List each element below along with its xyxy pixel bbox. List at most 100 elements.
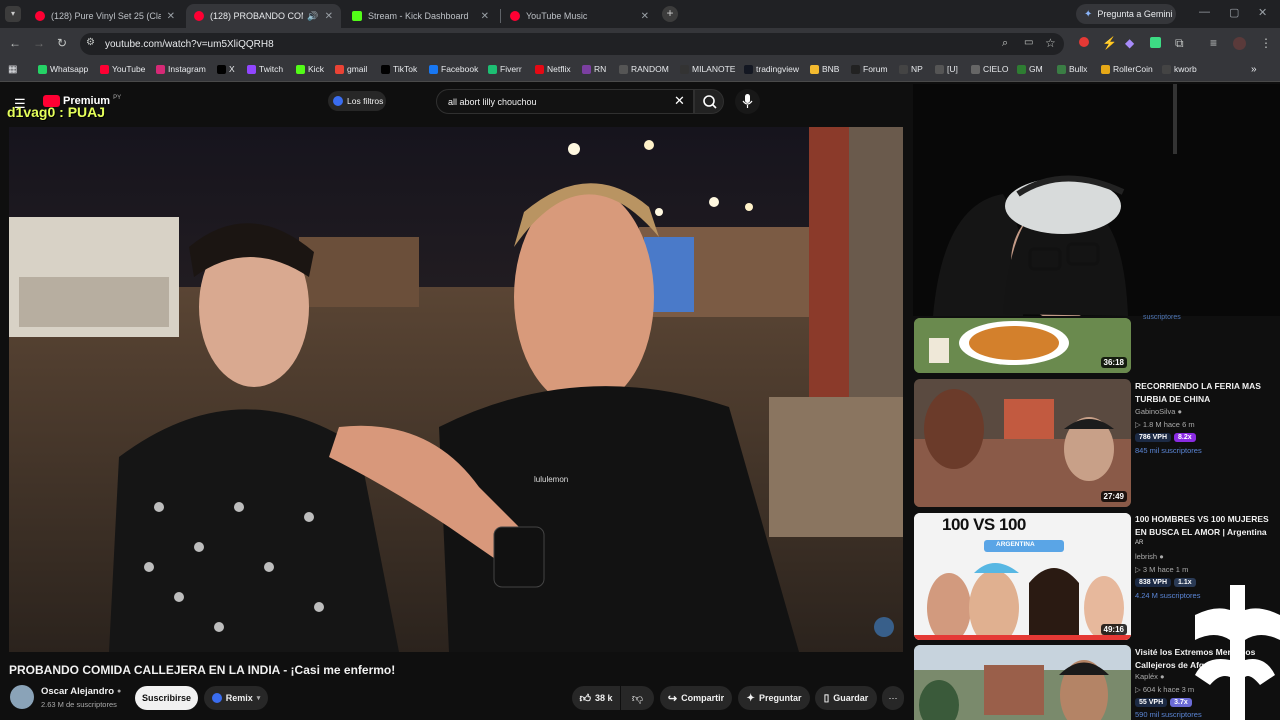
bookmark-x[interactable]: X — [217, 64, 235, 74]
youtube-icon — [100, 64, 109, 74]
bookmark-youtube[interactable]: YouTube — [100, 64, 145, 74]
tab-probando-comida[interactable]: (128) PROBANDO COMIDA 🔊 ✕ — [186, 4, 341, 28]
close-window-button[interactable]: ✕ — [1258, 6, 1267, 19]
bookmark-np[interactable]: NP — [899, 64, 923, 74]
minimize-button[interactable]: — — [1199, 6, 1210, 18]
address-bar[interactable]: youtube.com/watch?v=um5XliQQRH8 — [80, 33, 1064, 55]
youtube-icon — [194, 11, 204, 21]
zoom-icon[interactable]: ⌕ — [1002, 37, 1008, 50]
related-thumbnail[interactable]: 36:18 — [914, 318, 1131, 373]
bookmark-netflix[interactable]: Netflix — [535, 64, 571, 74]
gemini-button[interactable]: ✦ Pregunta a Gemini — [1076, 4, 1176, 24]
bookmark-cielo[interactable]: CIELO — [971, 64, 1009, 74]
related-metrics: 55 VPH 3.7x — [1135, 697, 1195, 707]
youtube-music-icon — [510, 11, 520, 21]
channel-name[interactable]: Oscar Alejandro ● — [41, 686, 121, 697]
extension-icon[interactable]: ⚡ — [1102, 36, 1117, 50]
bookmark-forum[interactable]: Forum — [851, 64, 888, 74]
bookmark-fiverr[interactable]: Fiverr — [488, 64, 522, 74]
remix-button[interactable]: Remix ▾ — [204, 686, 268, 710]
tab-search-button[interactable]: ▾ — [5, 6, 21, 22]
u-icon — [935, 64, 944, 74]
site-info-icon[interactable]: ⚙ — [86, 37, 95, 48]
close-tab-icon[interactable]: ✕ — [167, 11, 175, 22]
extension-icon[interactable] — [1150, 37, 1161, 48]
bookmark-facebook[interactable]: Facebook — [429, 64, 478, 74]
verified-icon: ● — [1177, 407, 1183, 416]
related-thumbnail[interactable]: 100 VS 100 ARGENTINA 49:16 — [914, 513, 1131, 640]
bookmark-gmail[interactable]: gmail — [335, 64, 367, 74]
search-icon — [703, 95, 717, 109]
bookmark-bullx[interactable]: Bullx — [1057, 64, 1087, 74]
tradingview-icon — [744, 64, 753, 74]
bookmark-star-icon[interactable]: ☆ — [1045, 36, 1056, 50]
bookmark-kworb[interactable]: kworb — [1162, 64, 1197, 74]
bookmark-milanote[interactable]: MILANOTE — [680, 64, 735, 74]
play-icon: ▷ — [1135, 565, 1141, 574]
bullx-icon — [1057, 64, 1066, 74]
bookmark-rollercoin[interactable]: RollerCoin — [1101, 64, 1153, 74]
bookmark-label: MILANOTE — [692, 64, 736, 74]
clear-search-icon[interactable]: ✕ — [674, 93, 685, 109]
media-control-icon[interactable]: ≡ — [1210, 36, 1217, 50]
bookmark-random[interactable]: RANDOM — [619, 64, 669, 74]
dislike-button[interactable]: 👎︎ — [621, 686, 654, 710]
reload-icon[interactable]: ↻ — [57, 36, 67, 50]
bookmark-u[interactable]: [U] — [935, 64, 958, 74]
bnb-icon — [810, 64, 819, 74]
ask-button[interactable]: ✦ Preguntar — [738, 686, 810, 710]
bookmark-rn[interactable]: RN — [582, 64, 606, 74]
close-tab-icon[interactable]: ✕ — [325, 11, 333, 22]
extension-icon[interactable]: ◆ — [1125, 36, 1134, 50]
related-thumbnail[interactable] — [914, 645, 1131, 720]
speaker-icon[interactable]: 🔊 — [307, 11, 318, 22]
tab-pure-vinyl[interactable]: (128) Pure Vinyl Set 25 (Classic ✕ — [27, 4, 183, 28]
maximize-button[interactable]: ▢ — [1229, 6, 1239, 19]
profile-avatar[interactable] — [1233, 37, 1246, 50]
bookmark-instagram[interactable]: Instagram — [156, 64, 206, 74]
channel-avatar[interactable] — [10, 685, 34, 709]
ask-label: Preguntar — [758, 693, 802, 703]
apps-icon[interactable]: ▦ — [8, 64, 17, 75]
related-channel[interactable]: Kapléx ● — [1135, 672, 1165, 681]
tab-youtube-music[interactable]: YouTube Music ✕ — [502, 4, 657, 28]
new-tab-button[interactable]: + — [662, 6, 678, 22]
tab-title: (128) PROBANDO COMIDA — [210, 11, 303, 21]
bookmark-bnb[interactable]: BNB — [810, 64, 839, 74]
related-thumbnail[interactable]: 27:49 — [914, 379, 1131, 507]
tab-kick-dashboard[interactable]: Stream - Kick Dashboard ✕ — [344, 4, 497, 28]
cast-icon[interactable]: ▭ — [1024, 37, 1033, 48]
bookmark-kick[interactable]: Kick — [296, 64, 324, 74]
bookmark-whatsapp[interactable]: Whatsapp — [38, 64, 88, 74]
related-channel[interactable]: lebrish ● — [1135, 552, 1164, 561]
search-input[interactable]: all abort lilly chouchou — [436, 89, 694, 114]
close-tab-icon[interactable]: ✕ — [641, 11, 649, 22]
video-player[interactable]: lululemon — [9, 127, 903, 652]
filters-button[interactable]: Los filtros — [328, 91, 386, 111]
back-icon[interactable]: ← — [9, 36, 21, 50]
forward-icon[interactable]: → — [33, 36, 45, 50]
voice-search-button[interactable] — [735, 89, 760, 114]
menu-icon[interactable]: ⋮ — [1260, 36, 1272, 50]
search-button[interactable] — [694, 89, 724, 114]
bookmark-twitch[interactable]: Twitch — [247, 64, 283, 74]
bookmark-gm[interactable]: GM — [1017, 64, 1043, 74]
close-tab-icon[interactable]: ✕ — [481, 11, 489, 22]
more-bookmarks-icon[interactable]: » — [1251, 64, 1257, 75]
like-button[interactable]: 👍︎ 38 k — [572, 686, 620, 710]
more-actions-button[interactable]: ⋯ — [882, 686, 904, 710]
extensions-puzzle-icon[interactable]: ⧉ — [1175, 36, 1184, 51]
related-channel[interactable]: GabinoSilva ● — [1135, 407, 1182, 416]
bookmark-tradingview[interactable]: tradingview — [744, 64, 799, 74]
record-extension-icon[interactable] — [1079, 37, 1089, 47]
related-title[interactable]: 100 HOMBRES VS 100 MUJERES EN BUSCA EL A… — [1135, 513, 1275, 538]
subscribe-button[interactable]: Suscribirse — [135, 686, 198, 710]
share-button[interactable]: ↪ Compartir — [660, 686, 732, 710]
twitch-icon — [247, 64, 256, 74]
save-button[interactable]: ▯ Guardar — [815, 686, 877, 710]
bookmark-tiktok[interactable]: TikTok — [381, 64, 417, 74]
multiplier-badge: 3.7x — [1170, 698, 1192, 707]
related-title[interactable]: RECORRIENDO LA FERIA MAS TURBIA DE CHINA — [1135, 380, 1275, 405]
bookmark-icon: ▯ — [823, 692, 830, 704]
country-code: PY — [113, 95, 122, 101]
